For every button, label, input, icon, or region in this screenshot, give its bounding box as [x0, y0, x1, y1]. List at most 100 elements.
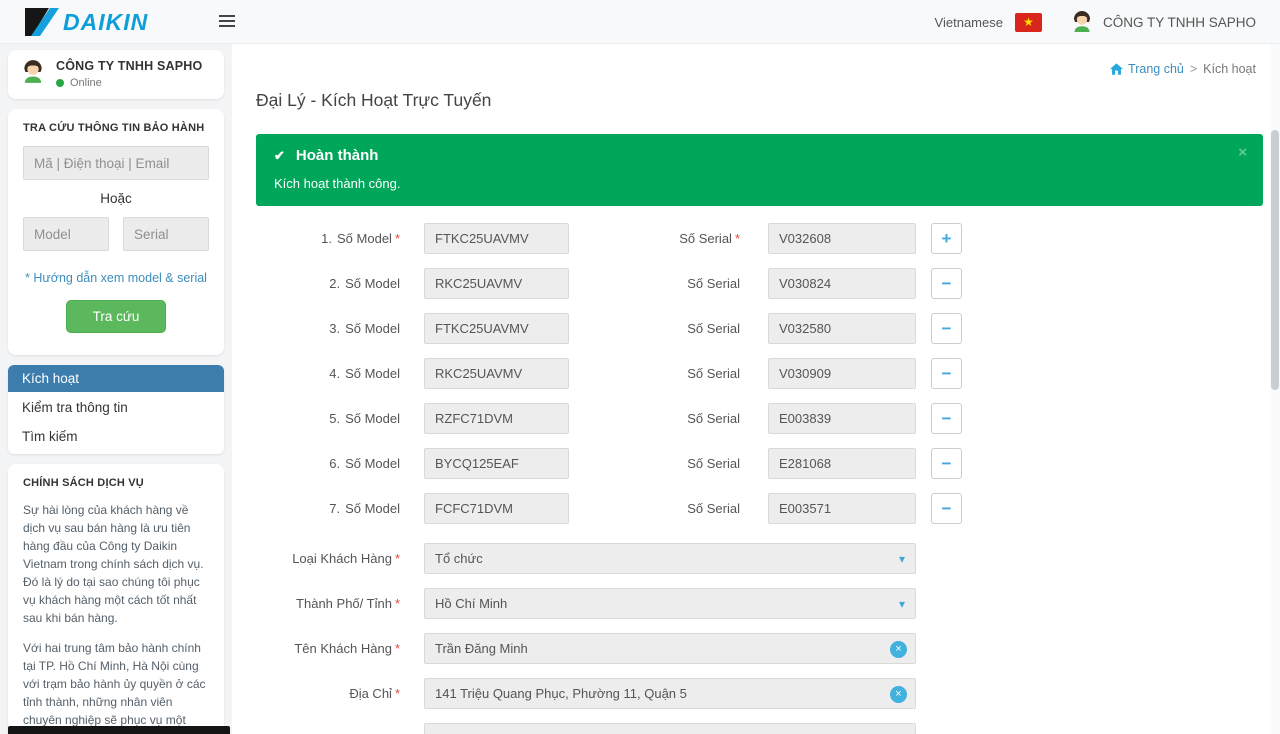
lookup-serial-input[interactable]: [123, 217, 209, 251]
minus-icon: −: [942, 409, 952, 428]
clear-icon[interactable]: ×: [890, 641, 907, 658]
model-input-1[interactable]: [424, 223, 569, 254]
lookup-model-input[interactable]: [23, 217, 109, 251]
serial-label: Số Serial: [679, 231, 732, 246]
required-mark: *: [395, 231, 400, 246]
remove-row-button[interactable]: −: [931, 358, 962, 389]
address-input[interactable]: 141 Triệu Quang Phục, Phường 11, Quận 5 …: [424, 678, 916, 709]
required-mark: *: [395, 596, 400, 611]
model-label: Số Model: [345, 501, 400, 516]
add-row-button[interactable]: +: [931, 223, 962, 254]
or-label: Hoặc: [23, 191, 209, 206]
page-scrollbar: [1270, 44, 1280, 734]
header-right: Vietnamese ★ CÔNG TY TNHH SAPHO: [935, 0, 1256, 44]
minus-icon: −: [942, 319, 952, 338]
next-field-partial[interactable]: [424, 723, 916, 734]
vietnam-flag-icon[interactable]: ★: [1015, 13, 1042, 32]
sidebar-user-name: CÔNG TY TNHH SAPHO: [56, 59, 202, 73]
serial-label: Số Serial: [687, 456, 740, 471]
sidebar-item-tim-kiem[interactable]: Tìm kiếm: [8, 423, 224, 450]
daikin-logo-text: DAIKIN: [63, 9, 148, 36]
sidebar-item-kich-hoat[interactable]: Kích hoạt: [8, 365, 224, 392]
online-status-dot: [56, 79, 64, 87]
serial-input-6[interactable]: [768, 448, 916, 479]
city-select[interactable]: Hồ Chí Minh ▾: [424, 588, 916, 619]
product-row-4: 4.Số Model Số Serial −: [256, 358, 1270, 389]
row-index: 7.: [329, 501, 340, 516]
breadcrumb-current: Kích hoạt: [1203, 62, 1256, 76]
header-user-name: CÔNG TY TNHH SAPHO: [1103, 15, 1256, 30]
policy-title: CHÍNH SÁCH DỊCH VỤ: [23, 477, 209, 489]
serial-label: Số Serial: [687, 321, 740, 336]
policy-paragraph: Với hai trung tâm bảo hành chính tại TP.…: [23, 639, 209, 734]
city-label: Thành Phố/ Tỉnh: [296, 596, 392, 611]
remove-row-button[interactable]: −: [931, 313, 962, 344]
chevron-down-icon: ▾: [899, 552, 905, 566]
sidebar: CÔNG TY TNHH SAPHO Online TRA CỨU THÔNG …: [0, 44, 232, 734]
model-input-7[interactable]: [424, 493, 569, 524]
serial-input-5[interactable]: [768, 403, 916, 434]
row-index: 6.: [329, 456, 340, 471]
clear-icon[interactable]: ×: [890, 686, 907, 703]
breadcrumb-home-link[interactable]: Trang chủ: [1110, 62, 1184, 76]
serial-input-1[interactable]: [768, 223, 916, 254]
row-index: 4.: [329, 366, 340, 381]
model-input-3[interactable]: [424, 313, 569, 344]
success-alert: ✔ Hoàn thành Kích hoạt thành công. ×: [256, 134, 1263, 206]
address-row: Địa Chỉ* 141 Triệu Quang Phục, Phường 11…: [256, 678, 1270, 709]
warranty-lookup-panel: TRA CỨU THÔNG TIN BẢO HÀNH Hoặc * Hướng …: [8, 109, 224, 355]
model-input-5[interactable]: [424, 403, 569, 434]
required-mark: *: [395, 686, 400, 701]
serial-input-2[interactable]: [768, 268, 916, 299]
online-status-label: Online: [70, 77, 102, 89]
sidebar-item-kiem-tra-thong-tin[interactable]: Kiểm tra thông tin: [8, 394, 224, 421]
model-input-4[interactable]: [424, 358, 569, 389]
remove-row-button[interactable]: −: [931, 448, 962, 479]
remove-row-button[interactable]: −: [931, 268, 962, 299]
minus-icon: −: [942, 499, 952, 518]
avatar-icon: [1070, 10, 1094, 34]
sidebar-bottom-strip: [8, 726, 230, 734]
close-icon[interactable]: ×: [1238, 144, 1247, 161]
lookup-code-input[interactable]: [23, 146, 209, 180]
serial-input-3[interactable]: [768, 313, 916, 344]
breadcrumb: Trang chủ > Kích hoạt: [1110, 62, 1256, 76]
daikin-logo[interactable]: DAIKIN: [24, 7, 148, 37]
alert-title: Hoàn thành: [296, 147, 379, 164]
scrollbar-thumb[interactable]: [1271, 130, 1279, 390]
row-index: 3.: [329, 321, 340, 336]
address-label: Địa Chỉ: [349, 686, 392, 701]
serial-input-7[interactable]: [768, 493, 916, 524]
minus-icon: −: [942, 274, 952, 293]
product-row-1: 1.Số Model* Số Serial* +: [256, 223, 1270, 254]
header-user-menu[interactable]: CÔNG TY TNHH SAPHO: [1070, 10, 1256, 34]
daikin-logo-mark: [24, 7, 60, 37]
serial-input-4[interactable]: [768, 358, 916, 389]
model-label: Số Model: [345, 456, 400, 471]
chevron-down-icon: ▾: [899, 597, 905, 611]
minus-icon: −: [942, 454, 952, 473]
model-label: Số Model: [337, 231, 392, 246]
customer-type-select[interactable]: Tổ chức ▾: [424, 543, 916, 574]
menu-icon[interactable]: [219, 15, 235, 30]
row-index: 5.: [329, 411, 340, 426]
customer-name-input[interactable]: Trần Đăng Minh ×: [424, 633, 916, 664]
row-index: 1.: [321, 231, 332, 246]
breadcrumb-separator: >: [1190, 62, 1197, 76]
serial-label: Số Serial: [687, 276, 740, 291]
main-content: Trang chủ > Kích hoạt Đại Lý - Kích Hoạt…: [232, 44, 1270, 734]
model-label: Số Model: [345, 276, 400, 291]
model-input-2[interactable]: [424, 268, 569, 299]
lookup-title: TRA CỨU THÔNG TIN BẢO HÀNH: [23, 122, 209, 134]
alert-message: Kích hoạt thành công.: [274, 176, 1245, 191]
lookup-search-button[interactable]: Tra cứu: [66, 300, 167, 333]
model-input-6[interactable]: [424, 448, 569, 479]
remove-row-button[interactable]: −: [931, 493, 962, 524]
remove-row-button[interactable]: −: [931, 403, 962, 434]
language-selector[interactable]: Vietnamese: [935, 15, 1003, 30]
model-serial-guide-link[interactable]: * Hướng dẫn xem model & serial: [23, 271, 209, 285]
model-label: Số Model: [345, 321, 400, 336]
product-row-3: 3. Số Model Số Serial −: [256, 313, 1270, 344]
product-row-5: 5.Số Model Số Serial −: [256, 403, 1270, 434]
avatar-icon: [20, 59, 46, 85]
